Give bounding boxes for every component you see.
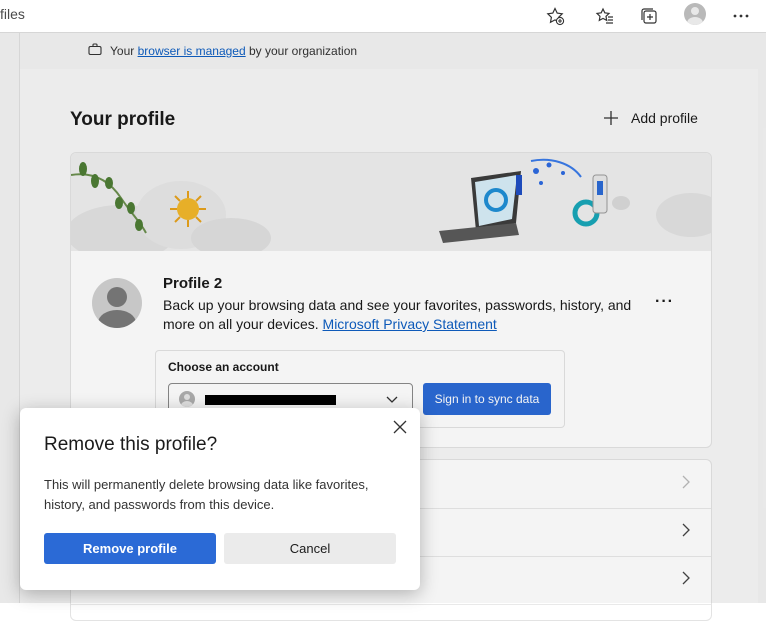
favorite-add-icon[interactable] xyxy=(542,3,568,29)
browser-toolbar: files xyxy=(0,0,766,33)
dialog-title: Remove this profile? xyxy=(44,434,218,455)
close-icon[interactable] xyxy=(392,419,408,435)
cancel-button[interactable]: Cancel xyxy=(224,533,396,564)
more-icon[interactable] xyxy=(728,3,754,29)
profile-avatar-icon[interactable] xyxy=(684,3,706,25)
favorites-icon[interactable] xyxy=(592,3,618,29)
remove-profile-button[interactable]: Remove profile xyxy=(44,533,216,564)
dialog-message: This will permanently delete browsing da… xyxy=(44,477,369,512)
remove-profile-dialog: Remove this profile? This will permanent… xyxy=(20,408,420,590)
address-bar-text[interactable]: files xyxy=(0,6,25,22)
collections-icon[interactable] xyxy=(636,3,662,29)
